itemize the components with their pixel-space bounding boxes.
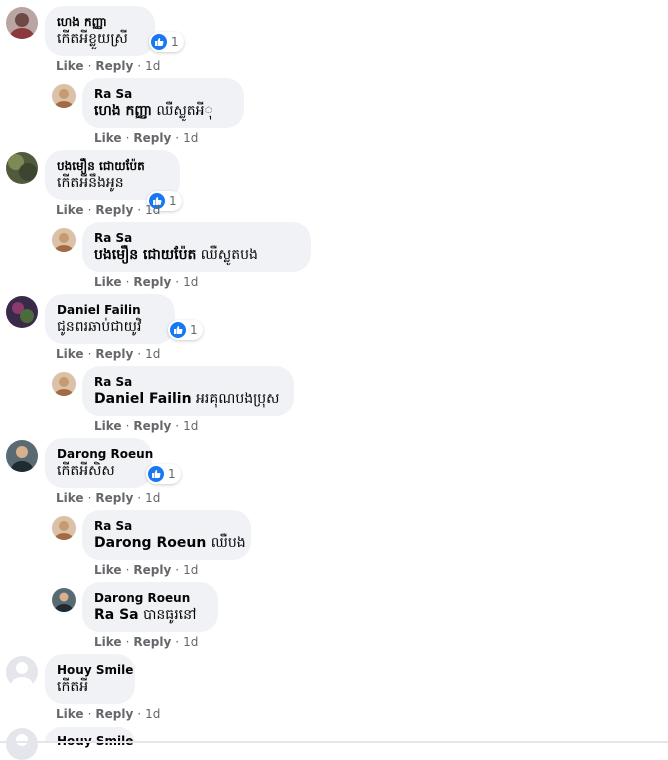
reply-button[interactable]: Reply [133, 635, 171, 649]
comment-bubble: Ra Sa ហេង កញ្ញា ឈឺស្លូតអីុ [82, 78, 244, 128]
thumbs-up-icon [151, 34, 167, 50]
timestamp[interactable]: 1d [145, 203, 160, 217]
comment-text: Darong Roeun ឈឺបង [94, 535, 246, 551]
comment-bubble: Darong Roeun កើតអីសិស [45, 438, 153, 488]
avatar[interactable] [52, 228, 76, 252]
reply-button[interactable]: Reply [95, 347, 133, 361]
avatar[interactable] [6, 152, 38, 184]
like-button[interactable]: Like [94, 563, 122, 577]
reply-button[interactable]: Reply [95, 707, 133, 721]
timestamp[interactable]: 1d [183, 563, 198, 577]
comment-actions: Like · Reply · 1d [56, 59, 161, 73]
comment-text: កើតអីនឹងអូន [57, 175, 124, 191]
comment-author[interactable]: Daniel Failin [57, 302, 163, 318]
avatar[interactable] [52, 588, 76, 612]
comment-text: Daniel Failin អរគុណបងប្រុស [94, 391, 280, 407]
comment-bubble: Houy Smile កើតអី [45, 654, 135, 704]
comment-text: កើតអី [57, 679, 89, 695]
timestamp[interactable]: 1d [183, 131, 198, 145]
comment-bubble: Ra Sa បងមឿន ជោយប៉ែត ឈឺស្លូតបង [82, 222, 311, 272]
reply-button[interactable]: Reply [133, 131, 171, 145]
timestamp[interactable]: 1d [145, 347, 160, 361]
comment-bubble: Ra Sa Darong Roeun ឈឺបង [82, 510, 251, 560]
like-button[interactable]: Like [56, 707, 84, 721]
comment-actions: Like · Reply · 1d [94, 275, 199, 289]
comment-actions: Like · Reply · 1d [56, 347, 161, 361]
reaction-count[interactable]: 1 [146, 464, 181, 484]
timestamp[interactable]: 1d [183, 275, 198, 289]
comment-actions: Like · Reply · 1d [56, 203, 161, 217]
comment-author[interactable]: ហេង កញ្ញា [57, 14, 143, 30]
like-button[interactable]: Like [94, 275, 122, 289]
timestamp[interactable]: 1d [183, 419, 198, 433]
comment-author[interactable]: Ra Sa [94, 374, 282, 390]
mention-link[interactable]: Darong Roeun [94, 535, 206, 551]
mention-link[interactable]: បងមឿន ជោយប៉ែត [94, 247, 196, 263]
comment-bubble: Ra Sa Daniel Failin អរគុណបងប្រុស [82, 366, 294, 416]
like-button[interactable]: Like [56, 347, 84, 361]
thumbs-up-icon [148, 466, 164, 482]
reply-button[interactable]: Reply [133, 563, 171, 577]
comment-text: កើតអីសិស [57, 463, 115, 479]
avatar[interactable] [6, 440, 38, 472]
like-button[interactable]: Like [56, 59, 84, 73]
comment-bubble: ហេង កញ្ញា កើតអីខ្លួយស្រី [45, 6, 155, 56]
reply-button[interactable]: Reply [95, 491, 133, 505]
timestamp[interactable]: 1d [145, 59, 160, 73]
reaction-count[interactable]: 1 [149, 32, 184, 52]
comment-actions: Like · Reply · 1d [56, 707, 161, 721]
thumbs-up-icon [170, 322, 186, 338]
mention-link[interactable]: Ra Sa [94, 607, 139, 623]
comment-text: Ra Sa បានធូរនៅ [94, 607, 197, 623]
timestamp[interactable]: 1d [145, 707, 160, 721]
comment-bubble: Darong Roeun Ra Sa បានធូរនៅ [82, 582, 218, 632]
comment-actions: Like · Reply · 1d [94, 635, 199, 649]
like-button[interactable]: Like [94, 131, 122, 145]
timestamp[interactable]: 1d [145, 491, 160, 505]
comment-actions: Like · Reply · 1d [56, 491, 161, 505]
comment-author[interactable]: Darong Roeun [57, 446, 153, 462]
mention-link[interactable]: Daniel Failin [94, 391, 192, 407]
like-button[interactable]: Like [94, 635, 122, 649]
comment-bubble: Daniel Failin ជូនពរឆាប់ជាយូវិ [45, 294, 175, 344]
avatar[interactable] [6, 656, 38, 688]
comment-text: ជូនពរឆាប់ជាយូវិ [57, 319, 142, 335]
reaction-count[interactable]: 1 [168, 320, 203, 340]
timestamp[interactable]: 1d [183, 635, 198, 649]
avatar[interactable] [6, 7, 38, 39]
avatar[interactable] [52, 372, 76, 396]
comment-actions: Like · Reply · 1d [94, 563, 199, 577]
comment-author[interactable]: Ra Sa [94, 518, 239, 534]
reply-button[interactable]: Reply [133, 275, 171, 289]
avatar[interactable] [6, 296, 38, 328]
like-button[interactable]: Like [56, 491, 84, 505]
comment-text: បងមឿន ជោយប៉ែត ឈឺស្លូតបង [94, 247, 258, 263]
mention-link[interactable]: ហេង កញ្ញា [94, 103, 152, 119]
comment-author[interactable]: Houy Smile [57, 662, 133, 678]
like-button[interactable]: Like [94, 419, 122, 433]
comment-text: កើតអីខ្លួយស្រី [57, 31, 128, 47]
comment-author[interactable]: Ra Sa [94, 86, 232, 102]
comment-author[interactable]: Ra Sa [94, 230, 299, 246]
like-button[interactable]: Like [56, 203, 84, 217]
reply-button[interactable]: Reply [95, 203, 133, 217]
reply-button[interactable]: Reply [133, 419, 171, 433]
comment-text: ហេង កញ្ញា ឈឺស្លូតអីុ [94, 103, 213, 119]
comment-actions: Like · Reply · 1d [94, 419, 199, 433]
avatar[interactable] [6, 728, 38, 760]
avatar[interactable] [52, 516, 76, 540]
avatar[interactable] [52, 84, 76, 108]
comment-actions: Like · Reply · 1d [94, 131, 199, 145]
comment-thread: ហេង កញ្ញា កើតអីខ្លួយស្រី 1 Like · Reply · 1d… [0, 0, 668, 760]
reply-button[interactable]: Reply [95, 59, 133, 73]
comment-author[interactable]: បងមឿន ជោយប៉ែត [57, 158, 168, 174]
comment-author[interactable]: Darong Roeun [94, 590, 206, 606]
